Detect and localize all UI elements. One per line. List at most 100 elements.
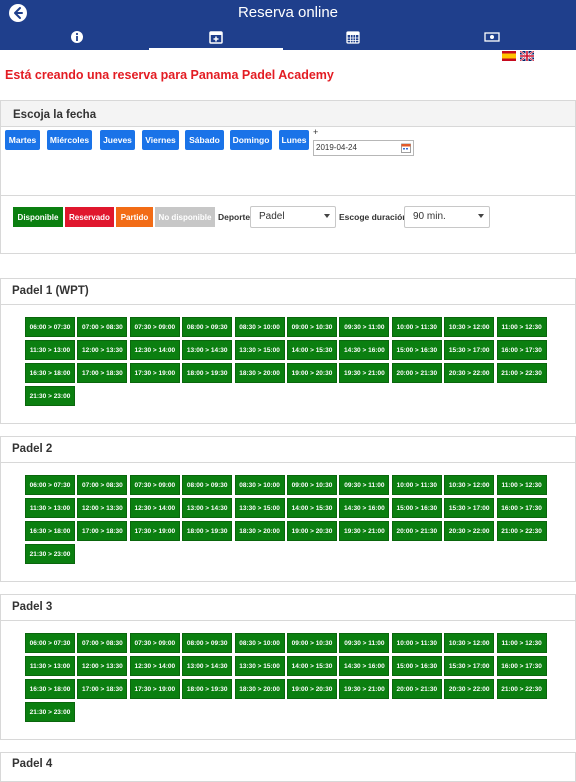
- time-slot-button[interactable]: 14:30 > 16:00: [339, 340, 390, 360]
- uk-flag-icon[interactable]: [520, 51, 534, 61]
- time-slot-button[interactable]: 21:00 > 22:30: [496, 679, 547, 699]
- time-slot-button[interactable]: 10:00 > 11:30: [391, 633, 442, 653]
- time-slot-button[interactable]: 12:30 > 14:00: [129, 656, 180, 676]
- time-slot-button[interactable]: 08:00 > 09:30: [182, 317, 233, 337]
- time-slot-button[interactable]: 08:30 > 10:00: [234, 317, 285, 337]
- time-slot-button[interactable]: 21:00 > 22:30: [496, 521, 547, 541]
- time-slot-button[interactable]: 16:00 > 17:30: [496, 656, 547, 676]
- time-slot-button[interactable]: 09:00 > 10:30: [287, 633, 337, 653]
- time-slot-button[interactable]: 21:30 > 23:00: [25, 386, 75, 406]
- time-slot-button[interactable]: 07:30 > 09:00: [129, 633, 180, 653]
- time-slot-button[interactable]: 13:30 > 15:00: [234, 498, 285, 518]
- time-slot-button[interactable]: 12:00 > 13:30: [77, 340, 128, 360]
- time-slot-button[interactable]: 13:00 > 14:30: [182, 340, 233, 360]
- time-slot-button[interactable]: 15:30 > 17:00: [444, 340, 495, 360]
- time-slot-button[interactable]: 07:00 > 08:30: [77, 633, 128, 653]
- time-slot-button[interactable]: 17:00 > 18:30: [77, 363, 128, 383]
- time-slot-button[interactable]: 07:30 > 09:00: [129, 475, 180, 495]
- day-button[interactable]: Lunes: [279, 130, 309, 150]
- time-slot-button[interactable]: 20:00 > 21:30: [391, 363, 442, 383]
- time-slot-button[interactable]: 14:00 > 15:30: [287, 340, 337, 360]
- time-slot-button[interactable]: 19:00 > 20:30: [287, 363, 337, 383]
- time-slot-button[interactable]: 09:30 > 11:00: [339, 475, 390, 495]
- time-slot-button[interactable]: 20:30 > 22:00: [444, 363, 495, 383]
- sport-select[interactable]: Padel: [250, 206, 336, 228]
- time-slot-button[interactable]: 07:00 > 08:30: [77, 475, 128, 495]
- time-slot-button[interactable]: 19:30 > 21:00: [339, 521, 390, 541]
- time-slot-button[interactable]: 16:30 > 18:00: [25, 521, 75, 541]
- time-slot-button[interactable]: 20:00 > 21:30: [391, 679, 442, 699]
- time-slot-button[interactable]: 18:30 > 20:00: [234, 679, 285, 699]
- time-slot-button[interactable]: 11:00 > 12:30: [496, 317, 547, 337]
- time-slot-button[interactable]: 06:00 > 07:30: [25, 317, 75, 337]
- time-slot-button[interactable]: 20:00 > 21:30: [391, 521, 442, 541]
- day-button[interactable]: Domingo: [230, 130, 272, 150]
- time-slot-button[interactable]: 18:30 > 20:00: [234, 521, 285, 541]
- time-slot-button[interactable]: 09:30 > 11:00: [339, 317, 390, 337]
- time-slot-button[interactable]: 19:30 > 21:00: [339, 679, 390, 699]
- time-slot-button[interactable]: 11:00 > 12:30: [496, 475, 547, 495]
- time-slot-button[interactable]: 16:00 > 17:30: [496, 498, 547, 518]
- time-slot-button[interactable]: 09:00 > 10:30: [287, 317, 337, 337]
- date-field[interactable]: 2019-04-24: [313, 140, 414, 156]
- time-slot-button[interactable]: 16:00 > 17:30: [496, 340, 547, 360]
- time-slot-button[interactable]: 14:00 > 15:30: [287, 498, 337, 518]
- tab-new-booking[interactable]: [149, 28, 283, 50]
- time-slot-button[interactable]: 17:30 > 19:00: [129, 521, 180, 541]
- time-slot-button[interactable]: 10:00 > 11:30: [391, 475, 442, 495]
- time-slot-button[interactable]: 13:30 > 15:00: [234, 656, 285, 676]
- day-button[interactable]: Martes: [5, 130, 40, 150]
- time-slot-button[interactable]: 21:30 > 23:00: [25, 544, 75, 564]
- time-slot-button[interactable]: 11:30 > 13:00: [25, 498, 75, 518]
- time-slot-button[interactable]: 08:00 > 09:30: [182, 633, 233, 653]
- time-slot-button[interactable]: 16:30 > 18:00: [25, 679, 75, 699]
- day-button[interactable]: Miércoles: [47, 130, 92, 150]
- time-slot-button[interactable]: 14:30 > 16:00: [339, 498, 390, 518]
- tab-calendar[interactable]: [286, 28, 420, 48]
- time-slot-button[interactable]: 11:00 > 12:30: [496, 633, 547, 653]
- spanish-flag-icon[interactable]: [502, 51, 516, 61]
- time-slot-button[interactable]: 11:30 > 13:00: [25, 656, 75, 676]
- day-button[interactable]: Viernes: [142, 130, 179, 150]
- day-button[interactable]: Sábado: [185, 130, 224, 150]
- time-slot-button[interactable]: 18:00 > 19:30: [182, 363, 233, 383]
- time-slot-button[interactable]: 08:00 > 09:30: [182, 475, 233, 495]
- time-slot-button[interactable]: 13:00 > 14:30: [182, 656, 233, 676]
- time-slot-button[interactable]: 07:30 > 09:00: [129, 317, 180, 337]
- time-slot-button[interactable]: 13:30 > 15:00: [234, 340, 285, 360]
- time-slot-button[interactable]: 19:00 > 20:30: [287, 521, 337, 541]
- time-slot-button[interactable]: 11:30 > 13:00: [25, 340, 75, 360]
- time-slot-button[interactable]: 09:30 > 11:00: [339, 633, 390, 653]
- time-slot-button[interactable]: 21:30 > 23:00: [25, 702, 75, 722]
- tab-payments[interactable]: [425, 28, 559, 48]
- time-slot-button[interactable]: 18:30 > 20:00: [234, 363, 285, 383]
- time-slot-button[interactable]: 14:00 > 15:30: [287, 656, 337, 676]
- time-slot-button[interactable]: 08:30 > 10:00: [234, 633, 285, 653]
- calendar-picker-icon[interactable]: [401, 143, 411, 153]
- time-slot-button[interactable]: 13:00 > 14:30: [182, 498, 233, 518]
- day-button[interactable]: Jueves: [100, 130, 135, 150]
- time-slot-button[interactable]: 10:00 > 11:30: [391, 317, 442, 337]
- time-slot-button[interactable]: 07:00 > 08:30: [77, 317, 128, 337]
- time-slot-button[interactable]: 15:30 > 17:00: [444, 656, 495, 676]
- time-slot-button[interactable]: 21:00 > 22:30: [496, 363, 547, 383]
- time-slot-button[interactable]: 19:30 > 21:00: [339, 363, 390, 383]
- time-slot-button[interactable]: 19:00 > 20:30: [287, 679, 337, 699]
- time-slot-button[interactable]: 08:30 > 10:00: [234, 475, 285, 495]
- time-slot-button[interactable]: 15:00 > 16:30: [391, 498, 442, 518]
- time-slot-button[interactable]: 17:00 > 18:30: [77, 521, 128, 541]
- time-slot-button[interactable]: 17:30 > 19:00: [129, 363, 180, 383]
- time-slot-button[interactable]: 20:30 > 22:00: [444, 679, 495, 699]
- add-date-button[interactable]: +: [313, 127, 318, 137]
- time-slot-button[interactable]: 17:30 > 19:00: [129, 679, 180, 699]
- time-slot-button[interactable]: 16:30 > 18:00: [25, 363, 75, 383]
- duration-select[interactable]: 90 min.: [404, 206, 490, 228]
- time-slot-button[interactable]: 18:00 > 19:30: [182, 521, 233, 541]
- time-slot-button[interactable]: 18:00 > 19:30: [182, 679, 233, 699]
- time-slot-button[interactable]: 06:00 > 07:30: [25, 475, 75, 495]
- time-slot-button[interactable]: 15:00 > 16:30: [391, 340, 442, 360]
- time-slot-button[interactable]: 06:00 > 07:30: [25, 633, 75, 653]
- time-slot-button[interactable]: 10:30 > 12:00: [444, 475, 495, 495]
- time-slot-button[interactable]: 10:30 > 12:00: [444, 633, 495, 653]
- time-slot-button[interactable]: 12:00 > 13:30: [77, 498, 128, 518]
